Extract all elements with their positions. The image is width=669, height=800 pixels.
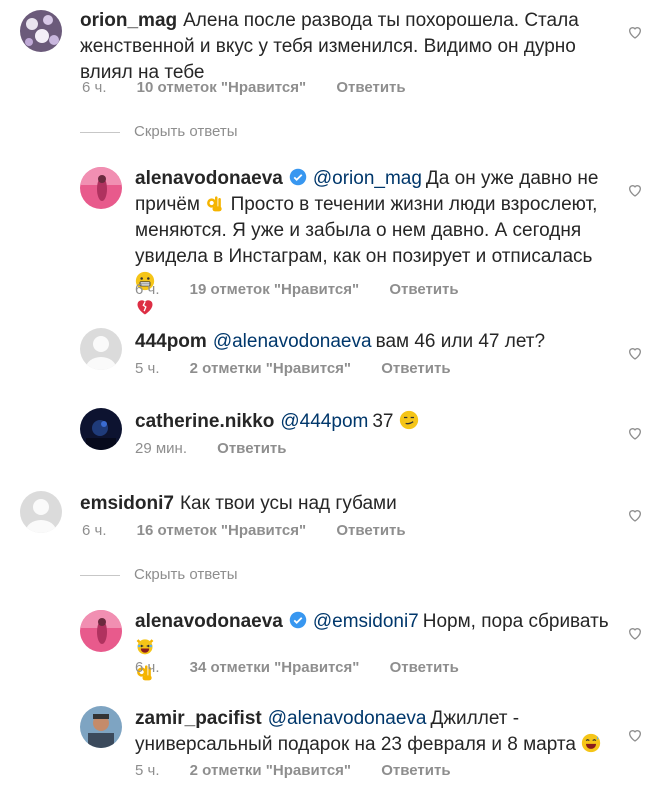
heart-icon[interactable] bbox=[627, 345, 643, 361]
avatar[interactable] bbox=[80, 706, 122, 748]
heart-icon[interactable] bbox=[627, 625, 643, 641]
username-link[interactable]: alenavodonaeva bbox=[135, 168, 283, 189]
sweat-smile-emoji bbox=[582, 733, 601, 753]
comment-meta: 6 ч. 10 отметок "Нравится" Ответить bbox=[82, 79, 432, 96]
reply-button[interactable]: Ответить bbox=[336, 79, 405, 96]
username-link[interactable]: catherine.nikko bbox=[135, 411, 274, 432]
username-link[interactable]: 444pom bbox=[135, 331, 207, 352]
broken-heart-emoji bbox=[137, 300, 153, 315]
heart-icon[interactable] bbox=[627, 727, 643, 743]
likes-count[interactable]: 19 отметок "Нравится" bbox=[190, 281, 359, 298]
avatar[interactable] bbox=[20, 491, 62, 533]
likes-count[interactable]: 34 отметки "Нравится" bbox=[190, 659, 360, 676]
comment-body: alenavodonaeva @orion_mag Да он уже давно … bbox=[135, 166, 615, 322]
reply-button[interactable]: Ответить bbox=[381, 762, 450, 779]
timestamp[interactable]: 5 ч. bbox=[135, 360, 160, 377]
timestamp[interactable]: 6 ч. bbox=[135, 281, 160, 298]
timestamp[interactable]: 6 ч. bbox=[82, 79, 107, 96]
timestamp[interactable]: 6 ч. bbox=[82, 522, 107, 539]
comment-meta: 6 ч. 19 отметок "Нравится" Ответить bbox=[135, 281, 485, 298]
timestamp[interactable]: 29 мин. bbox=[135, 440, 187, 457]
username-link[interactable]: alenavodonaeva bbox=[135, 611, 283, 632]
avatar[interactable] bbox=[80, 328, 122, 370]
comment-body: orion_mag Алена после развода ты похороше… bbox=[80, 8, 600, 86]
comment-text: Как твои усы над губами bbox=[179, 493, 397, 514]
likes-count[interactable]: 2 отметки "Нравится" bbox=[190, 360, 351, 377]
mention-link[interactable]: @alenavodonaeva bbox=[213, 331, 372, 352]
username-link[interactable]: emsidoni7 bbox=[80, 493, 174, 514]
comment-body: 444pom @alenavodonaeva вам 46 или 47 лет? bbox=[135, 329, 615, 355]
heart-icon[interactable] bbox=[627, 182, 643, 198]
timestamp[interactable]: 6 ч. bbox=[135, 659, 160, 676]
avatar[interactable] bbox=[80, 610, 122, 652]
username-link[interactable]: zamir_pacifist bbox=[135, 708, 262, 729]
comment-meta: 6 ч. 34 отметки "Нравится" Ответить bbox=[135, 659, 485, 676]
reply-button[interactable]: Ответить bbox=[390, 659, 459, 676]
likes-count[interactable]: 16 отметок "Нравится" bbox=[137, 522, 306, 539]
laughing-cat-emoji bbox=[136, 639, 154, 655]
mention-link[interactable]: @orion_mag bbox=[313, 168, 422, 189]
mention-link[interactable]: @alenavodonaeva bbox=[268, 708, 427, 729]
hide-replies-button[interactable]: Скрыть ответы bbox=[80, 123, 238, 140]
comment-text: вам 46 или 47 лет? bbox=[375, 331, 546, 352]
username-link[interactable]: orion_mag bbox=[80, 10, 177, 31]
hide-replies-button[interactable]: Скрыть ответы bbox=[80, 566, 238, 583]
verified-badge-icon bbox=[289, 611, 307, 629]
comment-body: zamir_pacifist @alenavodonaeva Джиллет - у… bbox=[135, 706, 615, 758]
hide-replies-label: Скрыть ответы bbox=[134, 566, 238, 583]
comment-meta: 29 мин. Ответить bbox=[135, 440, 313, 457]
reply-button[interactable]: Ответить bbox=[381, 360, 450, 377]
avatar[interactable] bbox=[80, 167, 122, 209]
heart-icon[interactable] bbox=[627, 425, 643, 441]
reply-button[interactable]: Ответить bbox=[217, 440, 286, 457]
comment-meta: 5 ч. 2 отметки "Нравится" Ответить bbox=[135, 762, 477, 779]
likes-count[interactable]: 10 отметок "Нравится" bbox=[137, 79, 306, 96]
comment-body: emsidoni7 Как твои усы над губами bbox=[80, 491, 600, 517]
smirk-emoji bbox=[399, 410, 418, 430]
heart-icon[interactable] bbox=[627, 24, 643, 40]
verified-badge-icon bbox=[289, 168, 307, 186]
timestamp[interactable]: 5 ч. bbox=[135, 762, 160, 779]
mention-link[interactable]: @emsidoni7 bbox=[313, 611, 419, 632]
reply-button[interactable]: Ответить bbox=[336, 522, 405, 539]
comment-text: Норм, пора сбривать bbox=[422, 611, 609, 632]
mention-link[interactable]: @444pom bbox=[280, 411, 368, 432]
hide-replies-label: Скрыть ответы bbox=[134, 123, 238, 140]
divider-line bbox=[80, 131, 120, 133]
reply-button[interactable]: Ответить bbox=[389, 281, 458, 298]
comment-meta: 5 ч. 2 отметки "Нравится" Ответить bbox=[135, 360, 477, 377]
comment-text: 37 bbox=[372, 411, 394, 432]
ok-hand-emoji bbox=[207, 196, 222, 212]
avatar[interactable] bbox=[80, 408, 122, 450]
avatar[interactable] bbox=[20, 10, 62, 52]
likes-count[interactable]: 2 отметки "Нравится" bbox=[190, 762, 351, 779]
divider-line bbox=[80, 574, 120, 576]
comment-body: catherine.nikko @444pom 37 bbox=[135, 409, 615, 435]
comment-meta: 6 ч. 16 отметок "Нравится" Ответить bbox=[82, 522, 432, 539]
heart-icon[interactable] bbox=[627, 507, 643, 523]
